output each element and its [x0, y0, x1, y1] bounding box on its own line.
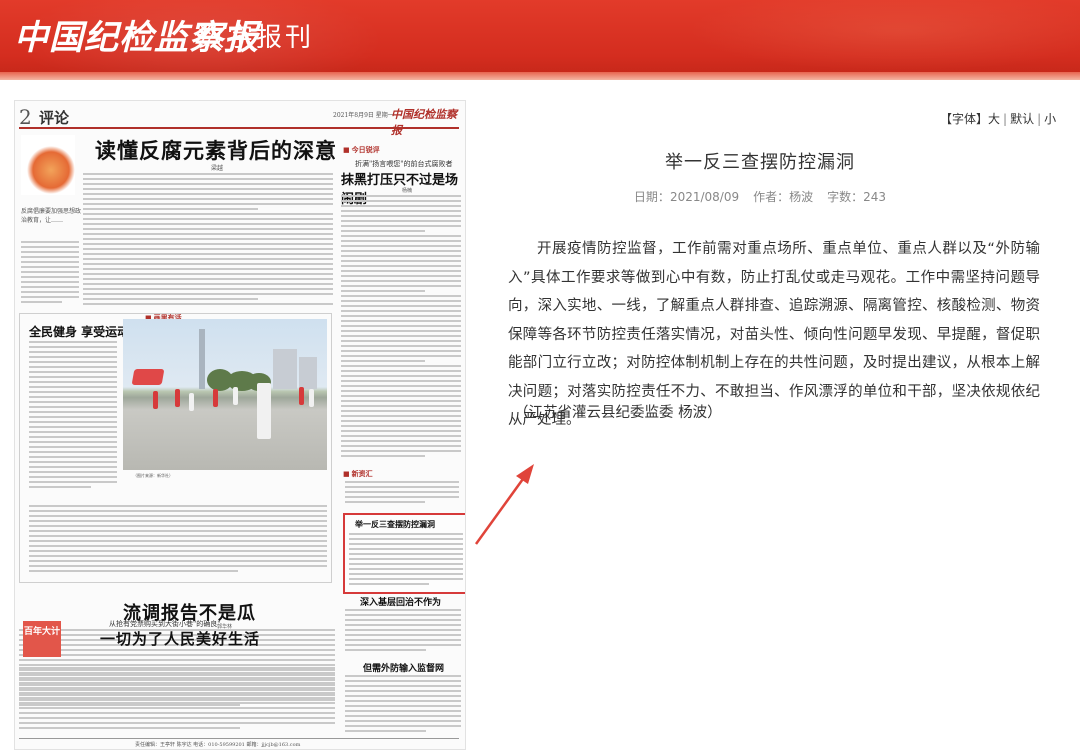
article-link-side-2[interactable]: 深入基层回治不作为	[360, 595, 441, 608]
article-meta: 日期：2021/08/09 作者：杨波 字数：243	[560, 188, 960, 205]
page-footer-rule	[19, 738, 459, 739]
text-block-highlighted[interactable]	[349, 533, 463, 589]
article-wordcount: 243	[863, 190, 887, 204]
date-label: 日期：	[633, 190, 670, 204]
page-footer: 责任编辑：王亭轩 陈宇达 电话：010-59599201 邮箱：jjjcjb@1…	[135, 742, 301, 748]
article-author: 杨波	[789, 190, 814, 204]
text-block-main[interactable]	[83, 173, 333, 308]
font-size-large[interactable]: 大	[988, 112, 1000, 126]
font-size-small[interactable]: 小	[1044, 112, 1056, 126]
article-link-side-3[interactable]: 但需外防输入监督网	[363, 661, 444, 674]
feature-photo[interactable]	[123, 319, 327, 470]
tag-today-review: 今日锐评	[343, 145, 380, 155]
font-size-control: 【字体】大 | 默认 | 小	[940, 112, 1057, 126]
page-date: 2021年8月9日 星期一	[333, 112, 394, 119]
font-size-default[interactable]: 默认	[1010, 112, 1034, 126]
article-date: 2021/08/09	[669, 190, 740, 204]
author-label: 作者：	[753, 190, 790, 204]
side-byline: 杨楠	[402, 188, 413, 194]
ornament-image	[21, 135, 75, 195]
badge-centenary: 百年大计	[23, 621, 61, 657]
page-number: 2	[19, 105, 32, 129]
article-link-feature[interactable]: 全民健身 享受运动	[29, 323, 129, 340]
page-masthead: 中国纪检监察报	[391, 108, 457, 137]
tag-new-info: 新资汇	[343, 469, 373, 479]
text-block-left	[21, 241, 79, 309]
font-size-label: 【字体】	[940, 112, 989, 126]
page-rule	[19, 127, 459, 129]
side-subtitle: 折满"扬言喂您"的前台式腐败者	[355, 160, 453, 168]
text-block-feature-bottom	[29, 505, 327, 577]
pointer-arrow-icon	[474, 464, 534, 545]
text-block-feature[interactable]	[29, 341, 117, 501]
ornament-caption: 反腐倡廉要加强思想政治教育，让……	[21, 208, 82, 224]
article-signature: （江苏省灌云县纪委监委 杨波）	[514, 405, 722, 421]
article-link-bottom[interactable]: 一切为了人民美好生活	[100, 628, 260, 649]
edition-name: 数字报刊	[198, 23, 315, 53]
article-link-main[interactable]: 读懂反腐元素背后的深意	[95, 135, 337, 165]
text-block-side-3[interactable]	[345, 675, 461, 735]
highlighted-article-title[interactable]: 举一反三查摆防控漏洞	[355, 519, 435, 530]
photo-caption: （图片来源：新华社）	[133, 473, 173, 478]
main-byline: 梁越	[211, 165, 224, 172]
wordcount-label: 字数：	[827, 190, 864, 204]
top-banner: 中国纪检监察报 数字报刊	[0, 0, 1080, 80]
page-section: 评论	[39, 109, 70, 127]
banner-edge	[0, 72, 1080, 80]
text-block-side-2[interactable]	[345, 609, 461, 657]
text-block-bottom[interactable]	[19, 667, 335, 735]
text-block-side-1[interactable]	[341, 195, 461, 465]
article-title: 举一反三查摆防控漏洞	[665, 152, 855, 173]
newspaper-page-thumbnail[interactable]: 2 评论 2021年8月9日 星期一 中国纪检监察报 反腐倡廉要加强思想政治教育…	[14, 100, 466, 750]
text-block-new-info	[345, 481, 459, 509]
